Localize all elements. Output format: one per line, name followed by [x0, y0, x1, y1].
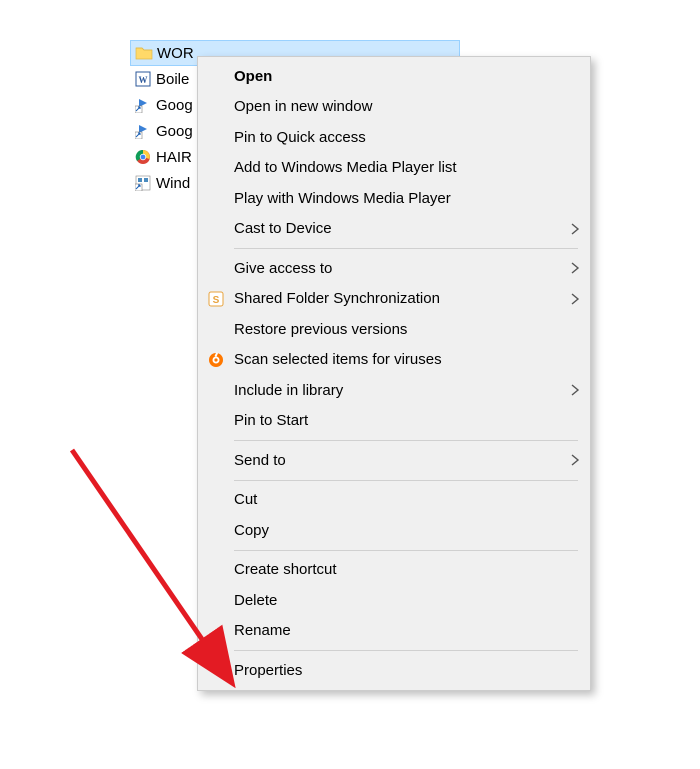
- menu-item-label: Properties: [234, 662, 560, 679]
- menu-item-pin-to-start[interactable]: Pin to Start: [198, 406, 590, 437]
- menu-item-open[interactable]: Open: [198, 61, 590, 92]
- menu-item-label: Pin to Start: [234, 412, 560, 429]
- menu-item-label: Delete: [234, 592, 560, 609]
- menu-item-send-to[interactable]: Send to: [198, 445, 590, 476]
- app-shortcut-icon: [134, 174, 152, 192]
- menu-item-copy[interactable]: Copy: [198, 515, 590, 546]
- file-label: Goog: [156, 123, 193, 140]
- menu-item-label: Cast to Device: [234, 220, 560, 237]
- menu-item-cast-to-device[interactable]: Cast to Device: [198, 214, 590, 245]
- shortcut-icon: [134, 96, 152, 114]
- menu-item-label: Shared Folder Synchronization: [234, 290, 560, 307]
- menu-item-label: Scan selected items for viruses: [234, 351, 560, 368]
- file-label: Boile: [156, 71, 189, 88]
- menu-item-open-in-new-window[interactable]: Open in new window: [198, 92, 590, 123]
- menu-separator: [234, 550, 578, 551]
- chrome-icon: [134, 148, 152, 166]
- svg-text:W: W: [139, 75, 148, 85]
- menu-item-label: Play with Windows Media Player: [234, 190, 560, 207]
- menu-item-label: Restore previous versions: [234, 321, 560, 338]
- context-menu: Open Open in new window Pin to Quick acces…: [197, 56, 591, 691]
- menu-item-label: Create shortcut: [234, 561, 560, 578]
- menu-separator: [234, 248, 578, 249]
- shortcut-icon: [134, 122, 152, 140]
- menu-separator: [234, 440, 578, 441]
- menu-item-label: Give access to: [234, 260, 560, 277]
- menu-item-rename[interactable]: Rename: [198, 616, 590, 647]
- menu-separator: [234, 480, 578, 481]
- chevron-right-icon: [560, 222, 590, 236]
- menu-item-play-with-windows-media-player[interactable]: Play with Windows Media Player: [198, 183, 590, 214]
- avast-icon: [198, 352, 234, 368]
- menu-item-cut[interactable]: Cut: [198, 485, 590, 516]
- menu-item-label: Send to: [234, 452, 560, 469]
- chevron-right-icon: [560, 383, 590, 397]
- file-label: Wind: [156, 175, 190, 192]
- menu-item-give-access-to[interactable]: Give access to: [198, 253, 590, 284]
- chevron-right-icon: [560, 292, 590, 306]
- menu-item-label: Pin to Quick access: [234, 129, 560, 146]
- menu-item-label: Cut: [234, 491, 560, 508]
- folder-icon: [135, 44, 153, 62]
- svg-text:S: S: [213, 295, 220, 306]
- menu-item-pin-to-quick-access[interactable]: Pin to Quick access: [198, 122, 590, 153]
- word-doc-icon: W: [134, 70, 152, 88]
- menu-item-include-in-library[interactable]: Include in library: [198, 375, 590, 406]
- menu-item-delete[interactable]: Delete: [198, 585, 590, 616]
- menu-item-add-to-windows-media-player-list[interactable]: Add to Windows Media Player list: [198, 153, 590, 184]
- file-label: WOR: [157, 45, 194, 62]
- menu-item-scan-selected-items-for-viruses[interactable]: Scan selected items for viruses: [198, 345, 590, 376]
- file-label: Goog: [156, 97, 193, 114]
- menu-item-label: Open: [234, 68, 560, 85]
- menu-item-label: Copy: [234, 522, 560, 539]
- file-label: HAIR: [156, 149, 192, 166]
- chevron-right-icon: [560, 261, 590, 275]
- sync-icon: S: [198, 291, 234, 307]
- menu-item-create-shortcut[interactable]: Create shortcut: [198, 555, 590, 586]
- chevron-right-icon: [560, 453, 590, 467]
- menu-separator: [234, 650, 578, 651]
- menu-item-restore-previous-versions[interactable]: Restore previous versions: [198, 314, 590, 345]
- menu-item-shared-folder-synchronization[interactable]: S Shared Folder Synchronization: [198, 284, 590, 315]
- menu-item-label: Add to Windows Media Player list: [234, 159, 560, 176]
- menu-item-label: Include in library: [234, 382, 560, 399]
- menu-item-label: Open in new window: [234, 98, 560, 115]
- menu-item-label: Rename: [234, 622, 560, 639]
- menu-item-properties[interactable]: Properties: [198, 655, 590, 686]
